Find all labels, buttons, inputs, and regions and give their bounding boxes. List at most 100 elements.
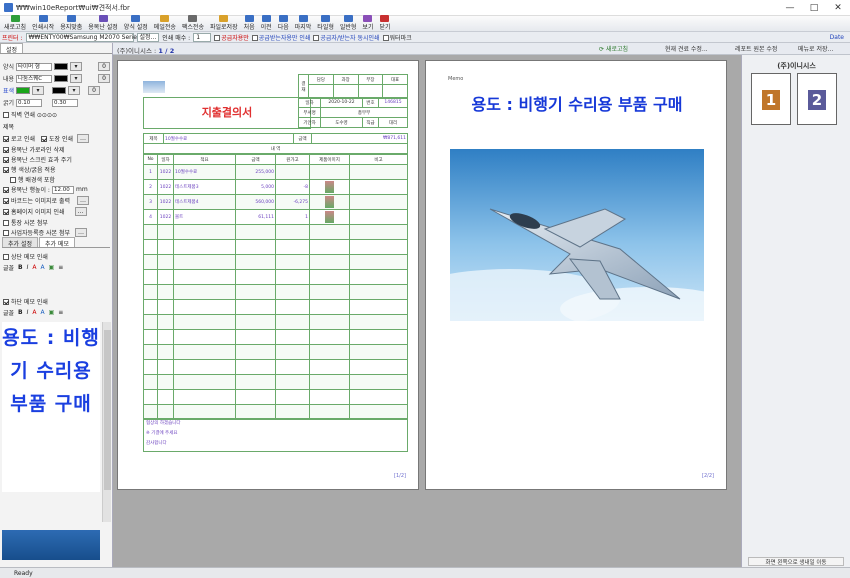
- content-size-button[interactable]: 0: [98, 74, 110, 83]
- bottom-font-color-icon[interactable]: A: [32, 309, 36, 316]
- top-font-color-icon[interactable]: A: [32, 264, 36, 271]
- edit-report-button[interactable]: 레포트 원본 수정: [735, 44, 777, 54]
- colgrid-checkbox[interactable]: [3, 146, 9, 153]
- stamp-checkbox[interactable]: [41, 135, 47, 142]
- memo-scrollbar[interactable]: [102, 322, 111, 522]
- toolbar-item-3[interactable]: 용목난 설정: [86, 15, 120, 31]
- page-1[interactable]: 결재 담당 과장 부장 대표 지출결의서 일자 2020-10-22 번호 14681…: [117, 60, 419, 490]
- watermark-checkbox[interactable]: 워터마크: [382, 33, 412, 42]
- toolbar-item-2[interactable]: 용지맞춤: [58, 15, 84, 31]
- rowbg-checkbox[interactable]: [10, 176, 16, 183]
- barcode-checkbox[interactable]: [3, 197, 9, 204]
- tab-settings[interactable]: 설정: [0, 43, 24, 54]
- toolbar-item-12[interactable]: 타일형: [315, 15, 336, 31]
- toolbar-item-0[interactable]: 새로고침: [2, 15, 28, 31]
- toolbar-item-8[interactable]: 처음: [242, 15, 257, 31]
- top-bold-button[interactable]: B: [18, 264, 23, 271]
- line-a-input[interactable]: 0.10: [16, 98, 42, 107]
- colscreen-checkbox[interactable]: [3, 156, 9, 163]
- content-color-button[interactable]: ▾: [70, 74, 82, 83]
- rowbg-row[interactable]: 행 배경색 포함: [10, 175, 55, 184]
- top-bg-color-icon[interactable]: A: [41, 264, 45, 271]
- cell-empty: [157, 389, 174, 405]
- printer-setup-button[interactable]: 설정...: [136, 32, 160, 42]
- toolbar-item-6[interactable]: 팩스전송: [180, 15, 206, 31]
- barcode-browse-button[interactable]: …: [77, 196, 90, 205]
- bottom-memo-row[interactable]: 하단 메모 인쇄: [3, 297, 48, 306]
- edit-estimate-button[interactable]: 현재 견료 수정...: [665, 44, 708, 54]
- top-align-icon[interactable]: ≡: [58, 264, 63, 271]
- content-font-select[interactable]: 나눔스퀘C: [16, 74, 52, 83]
- bold-line-checkbox[interactable]: [3, 111, 9, 118]
- colorapply-row[interactable]: 행 색상/굵음 적용: [3, 165, 55, 174]
- bottom-bg-color-icon[interactable]: A: [41, 309, 45, 316]
- homepage-checkbox[interactable]: [3, 208, 9, 215]
- bank-row[interactable]: 통장 사본 첨부: [3, 218, 48, 227]
- top-image-icon[interactable]: ▣: [49, 264, 55, 271]
- copies-input[interactable]: 1: [193, 32, 212, 42]
- toolbar-item-9[interactable]: 이전: [259, 15, 274, 31]
- opt2-checkbox[interactable]: 공급받는자용만 인쇄: [251, 33, 310, 42]
- opt1-checkbox[interactable]: 공급자용만: [214, 33, 249, 42]
- cell-empty: [173, 329, 236, 345]
- toolbar-item-7[interactable]: 파일로저장: [208, 15, 240, 31]
- memo-editor[interactable]: 용도 : 비행기 수리용 부품 구매: [2, 322, 100, 492]
- tab-extra-settings[interactable]: 추가 설정: [2, 237, 38, 248]
- logo-checkbox[interactable]: [3, 135, 9, 142]
- thumbnail-page-1[interactable]: 1: [751, 73, 791, 125]
- toolbar-item-15[interactable]: 닫기: [377, 15, 392, 31]
- bank-checkbox[interactable]: [3, 219, 9, 226]
- style-select[interactable]: 타이머 형: [16, 62, 52, 71]
- toolbar-item-13[interactable]: 일반형: [338, 15, 359, 31]
- opt3-checkbox[interactable]: 공급자/받는자 동시인쇄: [313, 33, 380, 42]
- toolbar-item-5[interactable]: 메일전송: [152, 15, 178, 31]
- bottom-align-icon[interactable]: ≡: [58, 309, 63, 316]
- cell-empty: [349, 254, 408, 270]
- cell-empty: [349, 314, 408, 330]
- minimize-button[interactable]: —: [778, 0, 802, 16]
- tab-extra-memo[interactable]: 추가 메모: [39, 237, 75, 248]
- border-size-button[interactable]: 0: [88, 86, 100, 95]
- content-color-swatch[interactable]: [54, 75, 68, 82]
- toolbar-item-10[interactable]: 다음: [276, 15, 291, 31]
- bottom-italic-button[interactable]: I: [27, 309, 29, 316]
- move-left-button[interactable]: 화면 왼쪽으로 생내일 이동: [748, 557, 844, 566]
- rowheight-input[interactable]: 12.00: [51, 185, 74, 194]
- line-b-input[interactable]: 0.30: [52, 98, 78, 107]
- top-memo-row[interactable]: 상단 메모 인쇄: [3, 252, 48, 261]
- bizreg-browse-button[interactable]: …: [75, 228, 88, 237]
- bizreg-checkbox[interactable]: [3, 229, 9, 236]
- style-size-button[interactable]: 0: [98, 62, 110, 71]
- toolbar-item-11[interactable]: 마지막: [293, 15, 314, 31]
- printer-select[interactable]: ₩₩ENTY00₩Samsung M2070 Series: [25, 32, 140, 42]
- border-color-swatch[interactable]: [16, 87, 30, 94]
- refresh-button[interactable]: ⟳ 새로고침: [599, 44, 628, 54]
- bottom-image-icon[interactable]: ▣: [49, 309, 55, 316]
- maximize-button[interactable]: □: [802, 0, 826, 16]
- border-color2-swatch[interactable]: [52, 87, 66, 94]
- close-button[interactable]: ✕: [826, 0, 850, 16]
- toolbar-item-14[interactable]: 보기: [360, 15, 375, 31]
- toolbar-item-1[interactable]: 인쇄시작: [30, 15, 56, 31]
- top-italic-button[interactable]: I: [27, 264, 29, 271]
- colorapply-checkbox[interactable]: [3, 166, 9, 173]
- top-memo-checkbox[interactable]: [3, 253, 9, 260]
- thumbnail-page-2[interactable]: 2: [797, 73, 837, 125]
- border-color-button[interactable]: ▾: [32, 86, 44, 95]
- bottom-bold-button[interactable]: B: [18, 309, 23, 316]
- colscreen-row[interactable]: 용목난 스크린 효과 주기: [3, 155, 72, 164]
- save-menu-button[interactable]: 메뉴로 저장...: [798, 44, 833, 54]
- style-color-button[interactable]: ▾: [70, 62, 82, 71]
- toolbar-item-4[interactable]: 양식 설정: [122, 15, 150, 31]
- content-row: 내용 나눔스퀘C ▾ 0: [3, 74, 110, 83]
- stamp-browse-button[interactable]: …: [77, 134, 89, 143]
- page-2[interactable]: Memo 용도 : 비행기 수리용 부품 구매 [2/2]: [425, 60, 727, 490]
- bottom-memo-checkbox[interactable]: [3, 298, 9, 305]
- cell-empty: [143, 269, 158, 285]
- style-color-swatch[interactable]: [54, 63, 68, 70]
- bold-line-row[interactable]: 직벽 연쇄 ⊙⊙⊙⊙: [3, 110, 57, 119]
- homepage-browse-button[interactable]: …: [74, 207, 87, 216]
- colgrid-row[interactable]: 용목난 가로라인 삭제: [3, 145, 65, 154]
- rowheight-checkbox[interactable]: [3, 186, 9, 193]
- border-color2-button[interactable]: ▾: [68, 86, 80, 95]
